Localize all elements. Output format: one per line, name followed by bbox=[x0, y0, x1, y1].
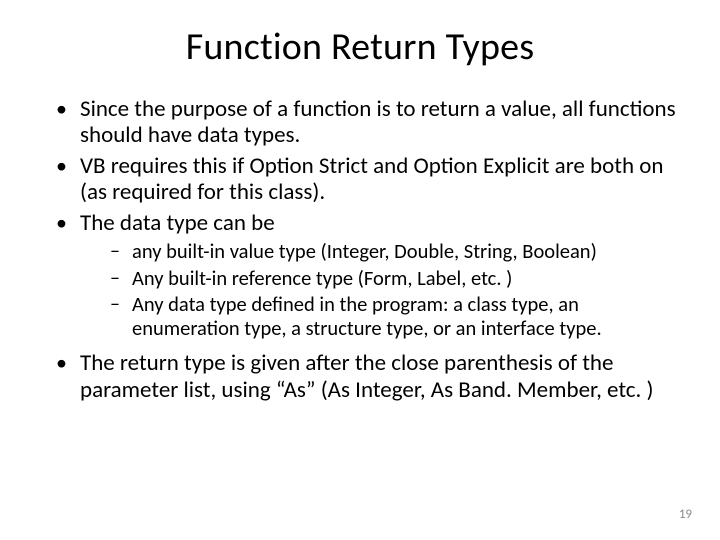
bullet-item: VB requires this if Option Strict and Op… bbox=[62, 153, 686, 206]
sub-bullet-item: Any built-in reference type (Form, Label… bbox=[114, 267, 686, 291]
bullet-list: Since the purpose of a function is to re… bbox=[34, 96, 686, 403]
slide: Function Return Types Since the purpose … bbox=[0, 0, 720, 540]
sub-bullet-item: any built-in value type (Integer, Double… bbox=[114, 240, 686, 264]
page-number: 19 bbox=[679, 507, 692, 522]
bullet-item: Since the purpose of a function is to re… bbox=[62, 96, 686, 149]
bullet-item: The data type can be any built-in value … bbox=[62, 210, 686, 341]
bullet-item: The return type is given after the close… bbox=[62, 350, 686, 403]
sub-bullet-list: any built-in value type (Integer, Double… bbox=[80, 240, 686, 340]
slide-title: Function Return Types bbox=[34, 24, 686, 70]
bullet-text: The data type can be bbox=[80, 209, 275, 237]
sub-bullet-item: Any data type defined in the program: a … bbox=[114, 293, 686, 340]
